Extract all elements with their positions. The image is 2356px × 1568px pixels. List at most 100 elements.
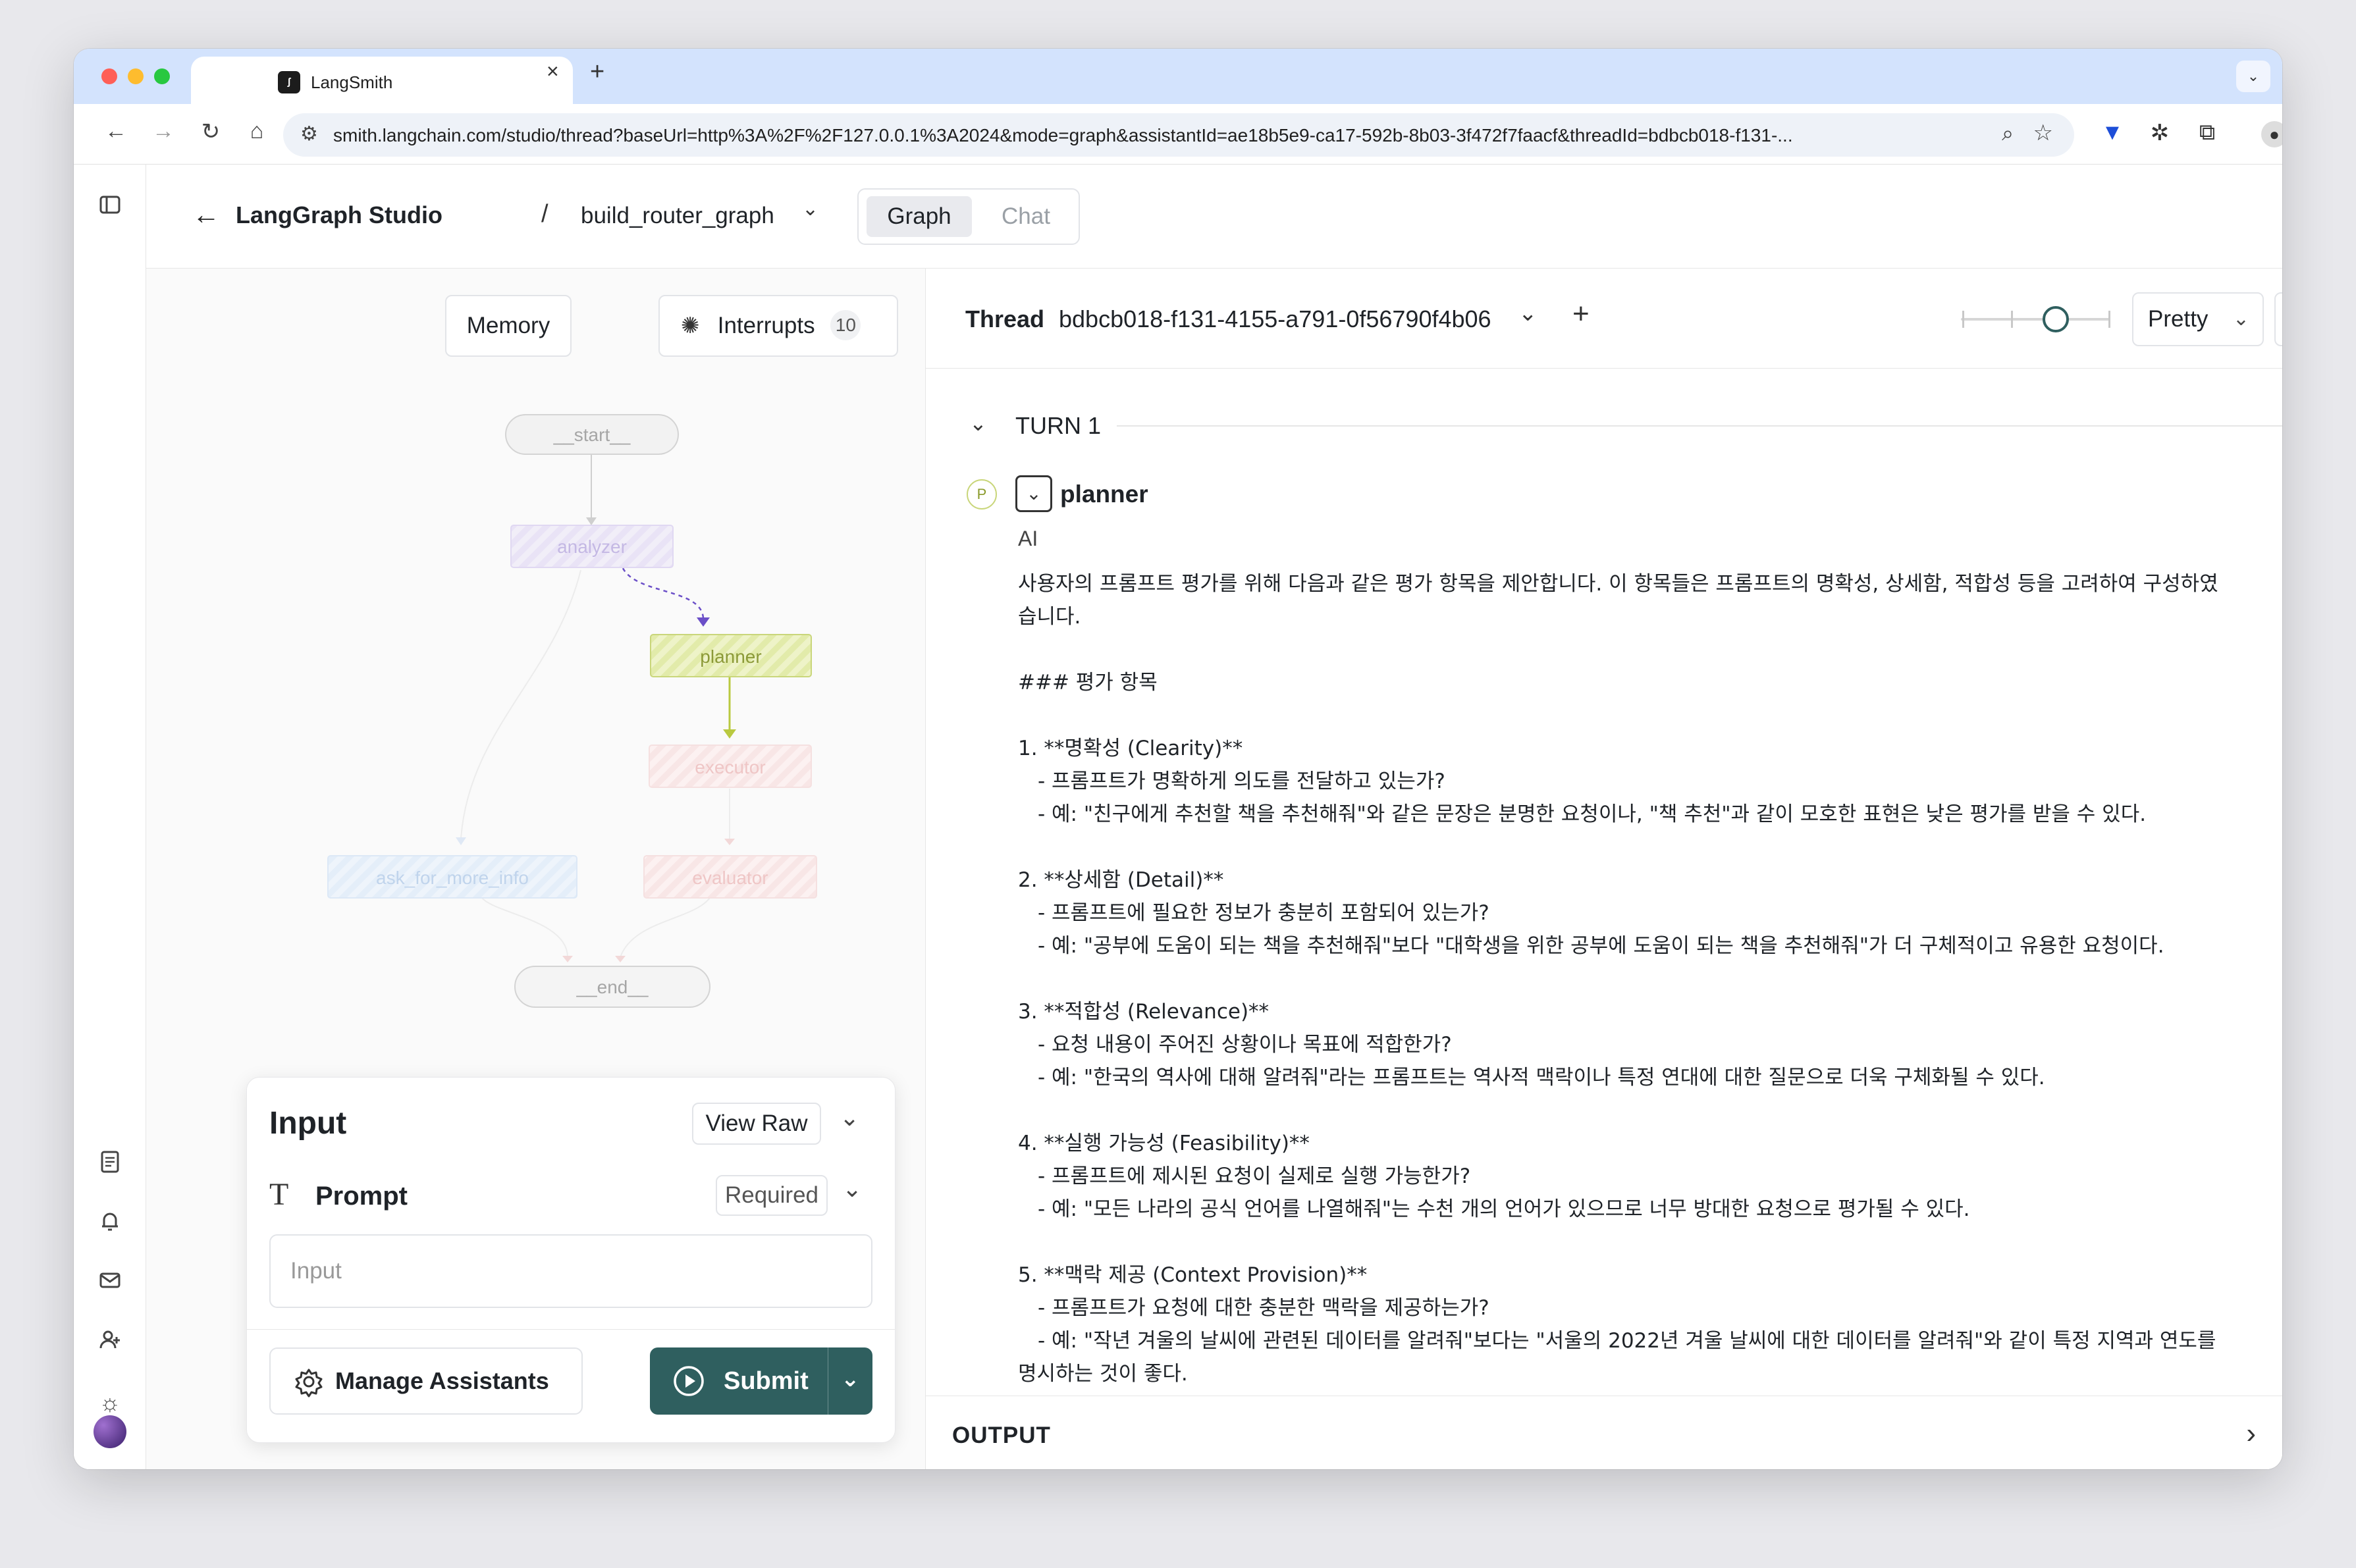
graph-node-end[interactable]: __end__ [514,966,710,1008]
graph-node-planner[interactable]: planner [650,634,812,677]
node-name: planner [1060,481,1148,508]
message-line: 3. **적합성 (Relevance)** [1018,1000,1270,1024]
reload-icon[interactable]: ↻ [196,118,225,145]
thread-id-selector[interactable]: bdbcb018-f131-4155-a791-0f56790f4b06 [1059,305,1491,333]
prompt-input[interactable]: Input [269,1234,872,1308]
message-line: 명시하는 것이 좋다. [1018,1362,1188,1386]
new-tab-button[interactable]: + [590,58,604,86]
tab-search-chevron-icon[interactable]: ⌄ [2236,61,2270,92]
graph-node-evaluator[interactable]: evaluator [643,855,817,899]
chevron-down-icon[interactable]: ⌄ [802,197,818,221]
message-line: - 예: "공부에 도움이 되는 책을 추천해줘"보다 "대학생을 위한 공부에… [1038,934,2164,958]
sidebar-toggle-icon[interactable] [94,192,126,225]
evaluator-node-label: evaluator [692,868,768,888]
message-line: 습니다. [1018,605,1081,629]
extension-v-icon[interactable]: ▼ [2098,120,2127,145]
ai-message-content: 사용자의 프롬프트 평가를 위해 다음과 같은 평가 항목을 제안합니다. 이 … [1018,567,2282,1390]
tab-graph[interactable]: Graph [867,196,972,237]
chevron-down-icon: ⌄ [2232,308,2249,330]
start-node-label: __start__ [553,425,631,445]
theme-sun-icon[interactable]: ☼ [94,1386,126,1419]
page-title[interactable]: LangGraph Studio [236,201,442,229]
message-line [1018,962,2282,995]
zoom-window-button[interactable] [154,68,170,84]
turn-label: TURN 1 [1015,412,1102,439]
tab-close-button[interactable]: × [547,59,559,84]
submit-options-chevron-icon[interactable]: ⌄ [841,1366,860,1392]
browser-tab[interactable]: ʃ LangSmith [191,57,573,104]
message-line: ### 평가 항목 [1018,671,1158,694]
graph-node-analyzer[interactable]: analyzer [510,525,674,568]
add-user-icon[interactable] [94,1327,126,1360]
mail-icon[interactable] [94,1268,126,1301]
message-line [1018,699,2282,732]
play-circle-icon [674,1366,704,1396]
database-button[interactable] [2274,292,2282,346]
notification-bell-icon[interactable] [94,1209,126,1241]
view-mode-toggle: Graph Chat [857,188,1080,245]
graph-node-start[interactable]: __start__ [505,414,679,455]
gear-icon [295,1369,323,1398]
message-line: 사용자의 프롬프트 평가를 위해 다음과 같은 평가 항목을 제안합니다. 이 … [1018,572,2218,596]
site-settings-icon[interactable]: ⚙ [300,122,318,145]
message-line: - 프롬프트가 요청에 대한 충분한 맥락을 제공하는가? [1038,1296,1489,1320]
output-section[interactable]: OUTPUT › [926,1396,2282,1469]
slider-tick [2108,311,2110,328]
message-line: - 프롬프트가 명확하게 의도를 전달하고 있는가? [1038,770,1445,793]
chevron-down-icon[interactable]: ⌄ [842,1175,862,1203]
input-card-title: Input [269,1106,347,1141]
message-line: 2. **상세함 (Detail)** [1018,868,1224,892]
message-line: - 예: "친구에게 추천할 책을 추천해줘"와 같은 문장은 분명한 요청이나… [1038,802,2147,826]
chevron-down-icon[interactable]: ⌄ [1518,300,1538,327]
graph-selector[interactable]: build_router_graph [581,203,774,229]
manage-assistants-button[interactable]: Manage Assistants [269,1347,583,1415]
history-slider-thumb[interactable] [2043,306,2069,332]
graph-canvas[interactable]: __start__ analyzer planner executor ask_… [146,269,926,1072]
docs-icon[interactable] [94,1149,126,1182]
bookmark-star-icon[interactable]: ☆ [2033,120,2053,146]
slider-tick [1962,311,1964,328]
tab-chat[interactable]: Chat [980,196,1072,237]
collapse-turn-chevron-icon[interactable]: ⌄ [969,411,987,436]
browser-toolbar: ← → ↻ ⌂ ⚙ smith.langchain.com/studio/thr… [74,104,2282,165]
close-window-button[interactable] [101,68,117,84]
executor-node-label: executor [695,757,765,777]
zoom-icon[interactable]: ⌕ [2002,121,2014,146]
studio-header: ← LangGraph Studio / build_router_graph … [146,165,2282,269]
forward-arrow-icon[interactable]: → [149,118,178,144]
input-card: Input View Raw ⌄ T Prompt Required ⌄ Inp… [246,1077,896,1443]
profile-avatar[interactable]: ● [2261,121,2282,147]
format-select[interactable]: Pretty ⌄ [2132,292,2264,346]
graph-node-ask-for-more-info[interactable]: ask_for_more_info [327,855,577,899]
back-arrow-icon[interactable]: ← [101,118,130,144]
message-line: 1. **명확성 (Clearity)** [1018,737,1243,760]
breadcrumb-separator: / [541,200,549,228]
divider [247,1329,895,1330]
analyzer-node-label: analyzer [557,536,627,557]
chevron-right-icon[interactable]: › [2246,1417,2256,1450]
submit-button[interactable]: Submit ⌄ [650,1347,872,1415]
message-line: - 프롬프트에 제시된 요청이 실제로 실행 가능한가? [1038,1164,1471,1188]
user-avatar[interactable] [94,1415,126,1448]
graph-node-executor[interactable]: executor [649,745,812,788]
new-thread-plus-icon[interactable]: + [1572,298,1590,330]
back-arrow-icon[interactable]: ← [192,199,220,230]
langsmith-favicon-icon: ʃ [278,71,300,93]
format-select-value: Pretty [2148,306,2209,332]
message-line: 4. **실행 가능성 (Feasibility)** [1018,1132,1310,1155]
left-rail: ☼ [74,165,146,1469]
collapse-node-chevron-icon[interactable]: ⌄ [1015,475,1052,512]
tab-title: LangSmith [311,72,393,92]
extensions-puzzle-icon[interactable]: ⧉ [2193,120,2222,145]
minimize-window-button[interactable] [128,68,144,84]
home-icon[interactable]: ⌂ [242,118,271,144]
graph-panel: Memory ✺ Interrupts 10 __start__ analyze… [146,269,926,1469]
extension-gear-icon[interactable]: ✲ [2145,120,2174,146]
chevron-down-icon[interactable]: ⌄ [840,1104,859,1132]
ask-for-more-info-node-label: ask_for_more_info [376,868,529,888]
url-text[interactable]: smith.langchain.com/studio/thread?baseUr… [333,125,1927,146]
history-slider-track[interactable] [1961,318,2110,321]
view-raw-button[interactable]: View Raw [692,1103,821,1145]
address-bar[interactable]: ⚙ smith.langchain.com/studio/thread?base… [283,113,2074,157]
end-node-label: __end__ [576,977,648,997]
